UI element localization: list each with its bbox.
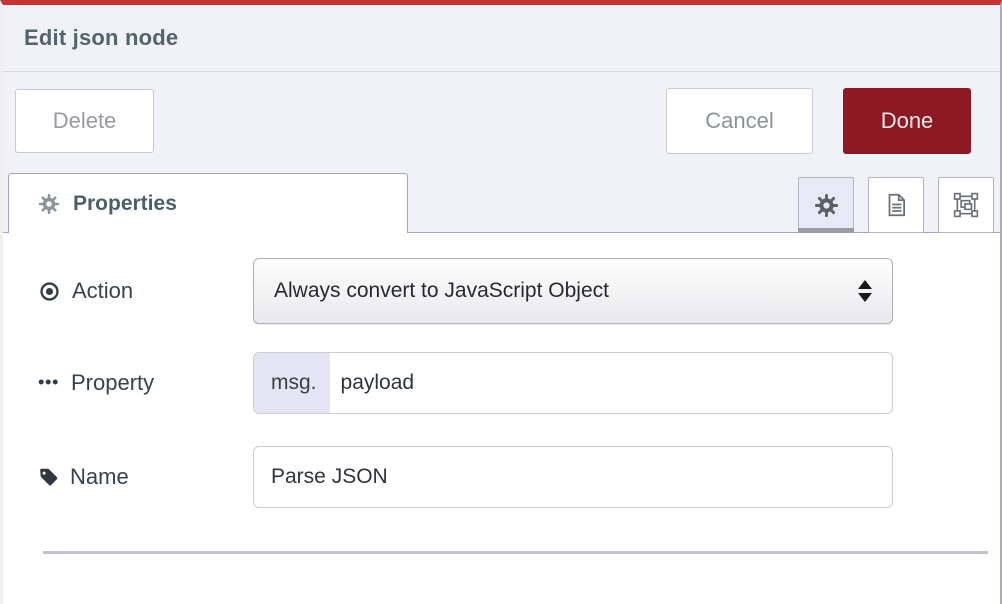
delete-button[interactable]: Delete bbox=[15, 89, 154, 153]
ellipsis-icon bbox=[38, 378, 60, 388]
name-input[interactable] bbox=[254, 447, 892, 507]
property-input-box: msg. bbox=[253, 352, 893, 414]
done-button[interactable]: Done bbox=[843, 88, 971, 154]
name-input-box bbox=[253, 446, 893, 508]
group-selection-icon bbox=[953, 192, 979, 218]
property-input[interactable] bbox=[330, 353, 892, 413]
edit-node-dialog: Edit json node Delete Cancel Done bbox=[0, 0, 1002, 604]
action-control: Always convert to JavaScript Object bbox=[253, 258, 893, 324]
dialog-button-bar: Delete Cancel Done bbox=[3, 72, 1000, 170]
tab-icon-buttons bbox=[798, 177, 994, 233]
cancel-button[interactable]: Cancel bbox=[666, 88, 813, 154]
tag-icon bbox=[38, 467, 59, 488]
description-button[interactable] bbox=[868, 177, 924, 233]
property-label: Property bbox=[71, 370, 154, 396]
select-updown-arrows-icon bbox=[858, 280, 872, 302]
dialog-header: Edit json node bbox=[3, 5, 1000, 72]
name-label-group: Name bbox=[3, 464, 253, 490]
name-label: Name bbox=[70, 464, 129, 490]
gear-icon bbox=[38, 193, 60, 215]
msg-prefix-badge: msg. bbox=[254, 353, 330, 413]
gear-icon bbox=[814, 193, 839, 218]
properties-gear-button[interactable] bbox=[798, 177, 854, 233]
name-control bbox=[253, 446, 893, 508]
tab-bar: Properties bbox=[3, 170, 1000, 233]
name-row: Name bbox=[3, 446, 1000, 508]
tab-properties-label: Properties bbox=[73, 192, 177, 216]
action-select[interactable]: Always convert to JavaScript Object bbox=[253, 258, 893, 324]
document-icon bbox=[883, 192, 909, 218]
action-label-group: Action bbox=[3, 278, 253, 304]
dot-circle-icon bbox=[38, 280, 61, 303]
action-selected-value: Always convert to JavaScript Object bbox=[274, 279, 858, 303]
dialog-title: Edit json node bbox=[24, 25, 178, 51]
action-row: Action Always convert to JavaScript Obje… bbox=[3, 258, 1000, 324]
properties-form: Action Always convert to JavaScript Obje… bbox=[3, 233, 1000, 554]
property-label-group: Property bbox=[3, 370, 253, 396]
property-control: msg. bbox=[253, 352, 893, 414]
tab-properties[interactable]: Properties bbox=[8, 173, 408, 233]
appearance-button[interactable] bbox=[938, 177, 994, 233]
action-label: Action bbox=[72, 278, 133, 304]
property-row: Property msg. bbox=[3, 352, 1000, 414]
form-divider bbox=[43, 551, 988, 554]
